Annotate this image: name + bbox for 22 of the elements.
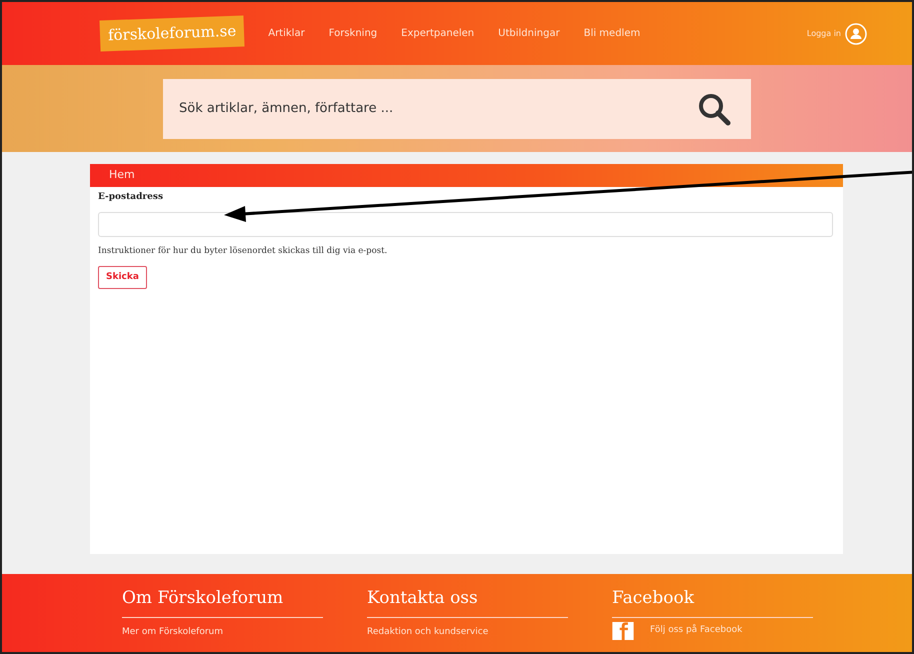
search-icon[interactable] (697, 92, 731, 126)
footer-heading: Kontakta oss (367, 586, 568, 618)
field-label: E-postadress (98, 190, 164, 204)
footer-heading: Om Förskoleforum (122, 586, 323, 618)
nav-link[interactable]: Utbildningar (498, 26, 560, 41)
nav-link[interactable]: Forskning (328, 26, 378, 41)
user-icon[interactable] (845, 22, 867, 44)
breadcrumb-link[interactable]: Hem (90, 164, 843, 186)
nav-link[interactable]: Expertpanelen (401, 26, 474, 41)
facebook-icon[interactable] (612, 622, 634, 640)
footer-heading: Facebook (612, 586, 813, 618)
footer-link[interactable]: Följ oss på Facebook (650, 624, 742, 638)
email-input-field[interactable] (98, 212, 833, 237)
footer-link[interactable]: Mer om Förskoleforum (122, 626, 224, 639)
site-logo[interactable]: förskoleforum.se (100, 16, 245, 52)
login-link[interactable]: Logga in (806, 28, 841, 40)
submit-button[interactable]: Skicka (98, 266, 147, 290)
footer-link[interactable]: Redaktion och kundservice (367, 626, 488, 639)
search-field[interactable]: Sök artiklar, ämnen, författare ... (163, 78, 751, 138)
nav-link[interactable]: Bli medlem (584, 26, 640, 41)
nav-link[interactable]: Artiklar (268, 26, 305, 41)
help-text: Instruktioner för hur du byter lösenordet skickas till dig via e-post. (98, 245, 388, 258)
